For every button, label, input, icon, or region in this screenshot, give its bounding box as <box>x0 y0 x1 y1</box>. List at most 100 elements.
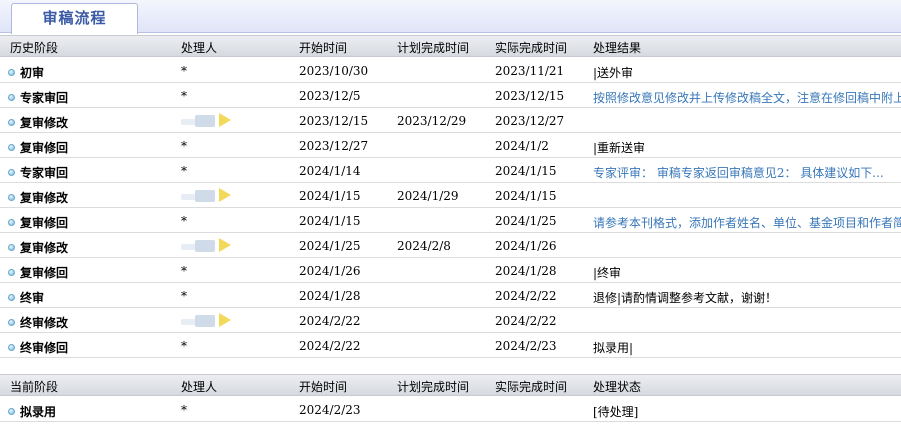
stage-cell: 专家审回 <box>8 164 68 181</box>
table-row: 复审修回 * 2024/1/15 2024/1/25 请参考本刊格式，添加作者姓名、单位… <box>0 208 901 233</box>
stage-cell: 专家审回 <box>8 89 68 106</box>
start-time-cell: 2024/2/23 <box>299 403 361 417</box>
table-row: 复审修回 * 2024/1/26 2024/1/28 |终审 <box>0 258 901 283</box>
start-time-cell: 2023/10/30 <box>299 64 369 78</box>
start-time-cell: 2023/12/15 <box>299 114 369 128</box>
stage-cell: 复审修回 <box>8 214 68 231</box>
table-row: 拟录用 * 2024/2/23 [待处理] <box>0 397 901 422</box>
handler-cell: * <box>181 403 187 417</box>
actual-time-cell: 2023/12/27 <box>495 114 565 128</box>
handler-cell: * <box>181 214 187 228</box>
start-time-cell: 2023/12/27 <box>299 139 369 153</box>
result-cell: [待处理] <box>593 405 639 419</box>
table-row: 终审修改 2024/2/22 2024/2/22 <box>0 308 901 333</box>
result-link[interactable]: 专家评审： 审稿专家返回审稿意见2： 具体建议如下... <box>593 164 884 181</box>
start-time-cell: 2024/1/14 <box>299 164 361 178</box>
actual-time-cell: 2024/1/28 <box>495 264 557 278</box>
handler-redacted <box>181 189 217 202</box>
col-history-stage: 历史阶段 <box>10 41 59 55</box>
bullet-icon <box>8 408 15 415</box>
stage-cell: 拟录用 <box>8 403 56 420</box>
stage-cell: 复审修回 <box>8 264 68 281</box>
start-time-cell: 2023/12/5 <box>299 89 361 103</box>
actual-time-cell: 2024/1/26 <box>495 239 557 253</box>
actual-time-cell: 2024/1/15 <box>495 164 557 178</box>
col-plan-time: 计划完成时间 <box>397 380 470 394</box>
stage-label: 复审修回 <box>20 141 69 155</box>
actual-time-cell: 2024/2/22 <box>495 289 557 303</box>
actual-time-cell: 2024/1/15 <box>495 189 557 203</box>
handler-cell: * <box>181 64 187 78</box>
bullet-icon <box>8 194 15 201</box>
plan-time-cell: 2024/1/29 <box>397 189 459 203</box>
tab-review-process[interactable]: 审稿流程 <box>11 3 138 34</box>
handler-redacted <box>181 314 217 327</box>
start-time-cell: 2024/1/28 <box>299 289 361 303</box>
bullet-icon <box>8 244 15 251</box>
actual-time-cell: 2023/11/21 <box>495 64 565 78</box>
col-status: 处理状态 <box>593 380 642 394</box>
handler-cell: * <box>181 289 187 303</box>
start-time-cell: 2024/1/26 <box>299 264 361 278</box>
actual-time-cell: 2023/12/15 <box>495 89 565 103</box>
result-cell: 拟录用| <box>593 341 634 355</box>
bullet-icon <box>8 119 15 126</box>
stage-label: 复审修回 <box>20 266 69 280</box>
stage-label: 复审修改 <box>20 241 69 255</box>
table-row: 终审 * 2024/1/28 2024/2/22 退修|请酌情调整参考文献，谢谢！ <box>0 283 901 308</box>
send-arrow-icon[interactable] <box>219 188 231 202</box>
bullet-icon <box>8 169 15 176</box>
col-actual-time: 实际完成时间 <box>495 380 568 394</box>
col-actual-time: 实际完成时间 <box>495 41 568 55</box>
bullet-icon <box>8 69 15 76</box>
bullet-icon <box>8 269 15 276</box>
table-row: 复审修改 2023/12/15 2023/12/29 2023/12/27 <box>0 108 901 133</box>
stage-label: 复审修改 <box>20 191 69 205</box>
table-row: 专家审回 * 2024/1/14 2024/1/15 专家评审： 审稿专家返回审稿意见2… <box>0 158 901 183</box>
start-time-cell: 2024/1/15 <box>299 214 361 228</box>
bullet-icon <box>8 294 15 301</box>
current-table-header: 当前阶段 处理人 开始时间 计划完成时间 实际完成时间 处理状态 <box>0 374 901 396</box>
plan-time-cell: 2023/12/29 <box>397 114 467 128</box>
result-cell: |重新送审 <box>593 141 646 155</box>
send-arrow-icon[interactable] <box>219 238 231 252</box>
bullet-icon <box>8 94 15 101</box>
table-row: 复审修改 2024/1/15 2024/1/29 2024/1/15 <box>0 183 901 208</box>
stage-label: 拟录用 <box>20 405 57 419</box>
stage-cell: 复审修改 <box>8 189 68 206</box>
send-arrow-icon[interactable] <box>219 113 231 127</box>
bullet-icon <box>8 344 15 351</box>
handler-cell: * <box>181 264 187 278</box>
result-link[interactable]: 请参考本刊格式，添加作者姓名、单位、基金项目和作者简 <box>593 214 901 231</box>
stage-label: 专家审回 <box>20 166 69 180</box>
table-row: 复审修回 * 2023/12/27 2024/1/2 |重新送审 <box>0 133 901 158</box>
stage-label: 终审修改 <box>20 316 69 330</box>
handler-redacted <box>181 114 217 127</box>
actual-time-cell: 2024/1/25 <box>495 214 557 228</box>
stage-cell: 终审修回 <box>8 339 68 356</box>
table-row: 初审 * 2023/10/30 2023/11/21 |送外审 <box>0 58 901 83</box>
col-start-time: 开始时间 <box>299 41 348 55</box>
actual-time-cell: 2024/2/23 <box>495 339 557 353</box>
handler-redacted <box>181 239 217 252</box>
plan-time-cell: 2024/2/8 <box>397 239 451 253</box>
stage-cell: 复审修回 <box>8 139 68 156</box>
col-handler: 处理人 <box>181 41 218 55</box>
stage-cell: 终审修改 <box>8 314 68 331</box>
start-time-cell: 2024/1/15 <box>299 189 361 203</box>
send-arrow-icon[interactable] <box>219 313 231 327</box>
stage-cell: 复审修改 <box>8 239 68 256</box>
bullet-icon <box>8 219 15 226</box>
result-link[interactable]: 按照修改意见修改并上传修改稿全文，注意在修回稿中附上 <box>593 89 901 106</box>
stage-label: 复审修改 <box>20 116 69 130</box>
handler-cell: * <box>181 139 187 153</box>
stage-label: 专家审回 <box>20 91 69 105</box>
col-result: 处理结果 <box>593 41 642 55</box>
stage-cell: 初审 <box>8 64 44 81</box>
col-current-stage: 当前阶段 <box>10 380 59 394</box>
stage-label: 复审修回 <box>20 216 69 230</box>
result-cell: |终审 <box>593 266 622 280</box>
stage-cell: 复审修改 <box>8 114 68 131</box>
stage-label: 初审 <box>20 66 45 80</box>
stage-label: 终审修回 <box>20 341 69 355</box>
